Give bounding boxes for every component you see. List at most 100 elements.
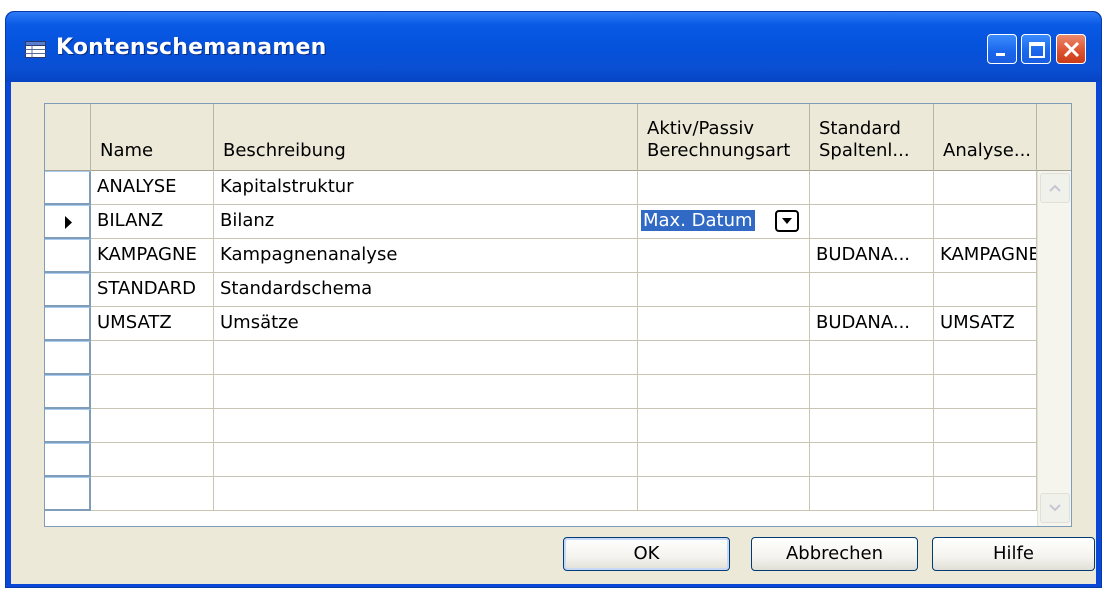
empty-row[interactable] xyxy=(45,341,1061,375)
maximize-button[interactable] xyxy=(1021,34,1051,64)
table-header: Name Beschreibung Aktiv/Passiv Berechnun… xyxy=(45,104,1071,171)
empty-row[interactable] xyxy=(45,375,1061,409)
cell-beschreibung[interactable]: Bilanz xyxy=(214,205,638,239)
ok-button[interactable]: OK xyxy=(563,537,730,571)
table-row[interactable]: UMSATZ Umsätze BUDANA... UMSATZ xyxy=(45,307,1061,341)
cell-empty[interactable] xyxy=(91,443,214,477)
minimize-icon xyxy=(996,53,1005,56)
scroll-up-button[interactable] xyxy=(1040,173,1070,203)
row-selector[interactable] xyxy=(45,409,91,443)
row-selector[interactable] xyxy=(45,375,91,409)
cell-empty[interactable] xyxy=(810,443,934,477)
scroll-down-button[interactable] xyxy=(1040,493,1070,523)
cell-name[interactable]: ANALYSE xyxy=(91,171,214,205)
cell-spaltenlayout[interactable]: BUDANA... xyxy=(810,307,934,341)
column-header-name[interactable]: Name xyxy=(91,104,214,171)
cell-analyse[interactable] xyxy=(934,205,1037,239)
cell-beschreibung[interactable]: Kampagnenanalyse xyxy=(214,239,638,273)
cell-name[interactable]: STANDARD xyxy=(91,273,214,307)
dialog-window: Kontenschemanamen Name Beschreibung Akti… xyxy=(5,11,1102,588)
empty-row[interactable] xyxy=(45,409,1061,443)
cell-beschreibung[interactable]: Kapitalstruktur xyxy=(214,171,638,205)
close-button[interactable] xyxy=(1056,34,1086,64)
cell-empty[interactable] xyxy=(810,341,934,375)
column-header-beschreibung[interactable]: Beschreibung xyxy=(214,104,638,171)
table-row[interactable]: ANALYSE Kapitalstruktur xyxy=(45,171,1061,205)
row-selector[interactable] xyxy=(45,443,91,477)
cell-analyse[interactable] xyxy=(934,171,1037,205)
cell-empty[interactable] xyxy=(91,409,214,443)
row-selector[interactable] xyxy=(45,171,91,205)
empty-row[interactable] xyxy=(45,477,1061,511)
cell-empty[interactable] xyxy=(934,443,1037,477)
cell-spaltenlayout[interactable] xyxy=(810,171,934,205)
minimize-button[interactable] xyxy=(987,34,1017,64)
cell-empty[interactable] xyxy=(91,477,214,511)
cell-empty[interactable] xyxy=(214,409,638,443)
title-bar[interactable]: Kontenschemanamen xyxy=(6,12,1101,82)
cell-empty[interactable] xyxy=(810,409,934,443)
scroll-up-icon xyxy=(1049,184,1061,192)
cell-empty[interactable] xyxy=(934,375,1037,409)
header-corner xyxy=(45,104,91,171)
cell-empty[interactable] xyxy=(638,443,810,477)
berechnungsart-dropdown-button[interactable] xyxy=(775,210,799,232)
cell-empty[interactable] xyxy=(214,375,638,409)
row-pointer-icon xyxy=(65,216,72,229)
cell-berechnungsart[interactable] xyxy=(638,307,810,341)
help-button[interactable]: Hilfe xyxy=(932,537,1095,571)
dropdown-icon xyxy=(782,218,792,224)
cell-empty[interactable] xyxy=(638,341,810,375)
scroll-down-icon xyxy=(1049,504,1061,512)
table-row[interactable]: KAMPAGNE Kampagnenanalyse BUDANA... KAMP… xyxy=(45,239,1061,273)
table-row[interactable]: STANDARD Standardschema xyxy=(45,273,1061,307)
cell-empty[interactable] xyxy=(214,477,638,511)
cell-analyse[interactable]: KAMPAGNE xyxy=(934,239,1037,273)
table-row-current[interactable]: BILANZ Bilanz Max. Datum xyxy=(45,205,1061,239)
cell-empty[interactable] xyxy=(934,477,1037,511)
cell-empty[interactable] xyxy=(934,341,1037,375)
accounts-schema-table: Name Beschreibung Aktiv/Passiv Berechnun… xyxy=(44,103,1072,527)
berechnungsart-value[interactable]: Max. Datum xyxy=(641,210,755,231)
column-header-analyse[interactable]: Analyse... xyxy=(934,104,1037,171)
row-selector[interactable] xyxy=(45,239,91,273)
cell-beschreibung[interactable]: Umsätze xyxy=(214,307,638,341)
cell-empty[interactable] xyxy=(214,443,638,477)
cell-berechnungsart[interactable] xyxy=(638,171,810,205)
dialog-body: Name Beschreibung Aktiv/Passiv Berechnun… xyxy=(11,82,1096,584)
cell-beschreibung[interactable]: Standardschema xyxy=(214,273,638,307)
cell-analyse[interactable]: UMSATZ xyxy=(934,307,1037,341)
column-header-spaltenlayout[interactable]: Standard Spaltenl... xyxy=(810,104,934,171)
cell-empty[interactable] xyxy=(638,409,810,443)
cell-empty[interactable] xyxy=(934,409,1037,443)
row-selector[interactable] xyxy=(45,307,91,341)
cancel-button[interactable]: Abbrechen xyxy=(751,537,918,571)
cell-name[interactable]: BILANZ xyxy=(91,205,214,239)
row-selector[interactable] xyxy=(45,273,91,307)
cell-empty[interactable] xyxy=(91,341,214,375)
cell-empty[interactable] xyxy=(638,477,810,511)
cell-spaltenlayout[interactable] xyxy=(810,273,934,307)
cell-spaltenlayout[interactable] xyxy=(810,205,934,239)
window-title: Kontenschemanamen xyxy=(56,35,327,60)
cell-empty[interactable] xyxy=(214,341,638,375)
cell-empty[interactable] xyxy=(91,375,214,409)
column-header-berechnungsart[interactable]: Aktiv/Passiv Berechnungsart xyxy=(638,104,810,171)
row-selector[interactable] xyxy=(45,477,91,511)
vertical-scrollbar[interactable] xyxy=(1037,171,1071,526)
cell-empty[interactable] xyxy=(810,375,934,409)
cell-name[interactable]: UMSATZ xyxy=(91,307,214,341)
cell-analyse[interactable] xyxy=(934,273,1037,307)
cell-empty[interactable] xyxy=(638,375,810,409)
cell-name[interactable]: KAMPAGNE xyxy=(91,239,214,273)
empty-row[interactable] xyxy=(45,443,1061,477)
row-selector[interactable] xyxy=(45,205,91,239)
table-icon xyxy=(25,41,46,58)
cell-empty[interactable] xyxy=(810,477,934,511)
cell-berechnungsart-editor[interactable]: Max. Datum xyxy=(638,205,810,239)
cell-berechnungsart[interactable] xyxy=(638,239,810,273)
row-selector[interactable] xyxy=(45,341,91,375)
cell-spaltenlayout[interactable]: BUDANA... xyxy=(810,239,934,273)
cell-berechnungsart[interactable] xyxy=(638,273,810,307)
close-icon xyxy=(1063,41,1080,58)
